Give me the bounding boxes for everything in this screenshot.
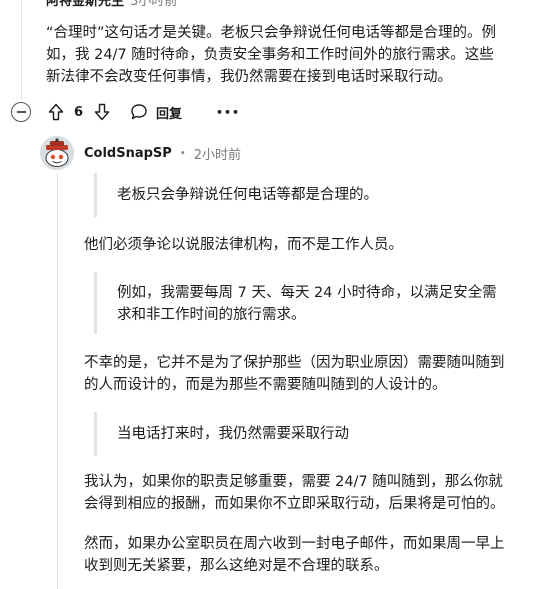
blockquote: 当电话打来时，我仍然需要采取行动 xyxy=(94,412,349,456)
reply-paragraph: 不幸的是，它并不是为了保护那些（因为职业原因）需要随叫随到 的人而设计的，而是为… xyxy=(84,352,540,396)
quote-text: 老板只会争辩说任何电话等都是合理的。 xyxy=(117,173,378,206)
reply-paragraph: 我认为，如果你的职责足够重要，需要 24/7 随叫随到，那么你就 会得到相应的报… xyxy=(84,471,540,515)
thread-line-main[interactable] xyxy=(21,0,22,100)
parent-author-name[interactable]: 阿特金斯先生 xyxy=(46,0,124,10)
reply-author-name[interactable]: ColdSnapSP xyxy=(84,146,172,161)
reddit-avatar-icon xyxy=(40,136,74,170)
collapse-icon[interactable] xyxy=(11,102,31,122)
reply-paragraph: 然而，如果办公室职员在周六收到一封电子邮件，而如果周一早上 收到则无关紧要，那么… xyxy=(84,533,540,577)
more-icon[interactable]: ••• xyxy=(216,106,240,119)
meta-separator: • xyxy=(179,147,186,159)
blockquote: 例如，我需要每周 7 天、每天 24 小时待命，以满足安全需 求和非工作时间的旅… xyxy=(94,272,497,334)
paragraph-line: 我认为，如果你的职责足够重要，需要 24/7 随叫随到，那么你就 xyxy=(84,474,503,490)
parent-body-line: “合理时”这句话才是关键。老板只会争辩说任何电话等都是合理的。例 xyxy=(46,25,497,41)
parent-body-line: 如，我 24/7 随时待命，负责安全事务和工作时间外的旅行需求。这些 xyxy=(46,47,494,63)
more-options-button[interactable]: ••• xyxy=(216,100,240,124)
parent-body-line: 新法律不会改变任何事情，我仍然需要在接到电话时采取行动。 xyxy=(46,69,452,85)
paragraph-line: 会得到相应的报酬，而如果你不立即采取行动，后果将是可怕的。 xyxy=(84,496,505,512)
reply-label: 回复 xyxy=(156,106,183,122)
quote-line: 当电话打来时，我仍然需要采取行动 xyxy=(117,426,349,442)
parent-comment-body: “合理时”这句话才是关键。老板只会争辩说任何电话等都是合理的。例 如，我 24/… xyxy=(46,22,536,88)
upvote-icon[interactable] xyxy=(48,103,64,121)
quote-line: 求和非工作时间的旅行需求。 xyxy=(117,307,306,323)
paragraph-line: 的人而设计的，而是为那些不需要随叫随到的人设计的。 xyxy=(84,377,447,393)
parent-comment-header: 阿特金斯先生 3小时前 xyxy=(46,0,177,10)
reply-comment-time: 2小时前 xyxy=(193,147,242,163)
quote-text: 当电话打来时，我仍然需要采取行动 xyxy=(117,412,349,445)
reply-paragraph: 他们必须争论以说服法律机构，而不是工作人员。 xyxy=(84,234,534,256)
downvote-icon[interactable] xyxy=(94,103,110,121)
paragraph-line: 然而，如果办公室职员在周六收到一封电子邮件，而如果周一早上 xyxy=(84,536,505,552)
quote-line: 老板只会争辩说任何电话等都是合理的。 xyxy=(117,187,378,203)
avatar[interactable] xyxy=(40,136,74,170)
paragraph-line: 他们必须争论以说服法律机构，而不是工作人员。 xyxy=(84,237,403,253)
quote-line: 例如，我需要每周 7 天、每天 24 小时待命，以满足安全需 xyxy=(117,285,497,301)
comment-icon xyxy=(130,103,148,121)
paragraph-line: 不幸的是，它并不是为了保护那些（因为职业原因）需要随叫随到 xyxy=(84,355,505,371)
thread-line-reply[interactable] xyxy=(57,172,58,589)
reply-comment-header: ColdSnapSP • 2小时前 xyxy=(84,143,241,163)
paragraph-line: 收到则无关紧要，那么这绝对是不合理的联系。 xyxy=(84,558,389,574)
quote-text: 例如，我需要每周 7 天、每天 24 小时待命，以满足安全需 求和非工作时间的旅… xyxy=(117,272,497,326)
downvote-button[interactable] xyxy=(94,100,110,124)
parent-comment-actions: 6 回复 ••• xyxy=(10,100,310,124)
upvote-button[interactable] xyxy=(48,100,64,124)
vote-count: 6 xyxy=(74,104,84,120)
parent-comment-time: 3小时前 xyxy=(130,0,178,9)
blockquote: 老板只会争辩说任何电话等都是合理的。 xyxy=(94,173,378,217)
reply-button[interactable]: 回复 xyxy=(130,100,182,124)
